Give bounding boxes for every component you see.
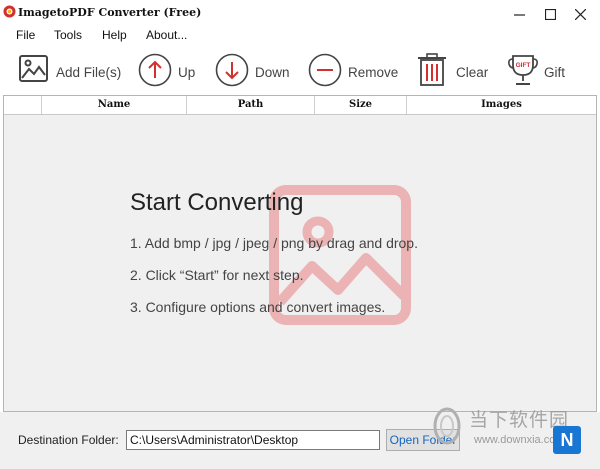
menu-bar: File Tools Help About... — [0, 27, 600, 45]
add-files-button[interactable]: Add File(s) — [18, 48, 122, 92]
window-title: ImagetoPDF Converter (Free) — [18, 6, 202, 19]
watermark-badge: N — [553, 426, 581, 454]
file-list-header: Name Path Size Images — [4, 96, 596, 115]
menu-tools[interactable]: Tools — [54, 28, 82, 42]
maximize-button[interactable] — [536, 3, 566, 25]
watermark-logo-icon — [433, 407, 461, 445]
menu-help[interactable]: Help — [102, 28, 127, 42]
close-icon — [575, 9, 586, 20]
column-select — [4, 96, 42, 114]
menu-about[interactable]: About... — [146, 28, 187, 42]
empty-state-title: Start Converting — [130, 189, 304, 216]
remove-button[interactable]: Remove — [308, 48, 400, 92]
down-label: Down — [255, 65, 290, 80]
step-1: 1. Add bmp / jpg / jpeg / png by drag an… — [130, 235, 418, 251]
arrow-down-icon — [215, 53, 249, 87]
add-files-label: Add File(s) — [56, 65, 122, 80]
destination-folder-input[interactable] — [126, 430, 380, 450]
column-path[interactable]: Path — [187, 96, 315, 114]
gift-badge: GIFT — [516, 62, 531, 69]
app-icon — [3, 5, 16, 18]
gift-button[interactable]: GIFT Gift — [508, 48, 578, 92]
clear-button[interactable]: Clear — [416, 48, 490, 92]
column-name[interactable]: Name — [42, 96, 187, 114]
column-images[interactable]: Images — [407, 96, 596, 114]
add-image-icon — [19, 55, 48, 82]
arrow-up-icon — [138, 53, 172, 87]
gift-label: Gift — [544, 65, 566, 80]
watermark-url: www.downxia.com — [474, 434, 565, 446]
destination-folder-label: Destination Folder: — [18, 433, 119, 447]
up-label: Up — [178, 65, 196, 80]
clear-label: Clear — [456, 65, 489, 80]
column-size[interactable]: Size — [315, 96, 407, 114]
toolbar: Add File(s) Up Down Remove Clear GIFT Gi… — [0, 45, 600, 95]
step-2: 2. Click “Start” for next step. — [130, 267, 304, 283]
remove-label: Remove — [348, 65, 399, 80]
close-button[interactable] — [566, 3, 596, 25]
remove-icon — [308, 53, 342, 87]
minimize-button[interactable] — [505, 3, 535, 25]
maximize-icon — [545, 9, 556, 20]
down-button[interactable]: Down — [215, 48, 295, 92]
title-bar: ImagetoPDF Converter (Free) — [0, 0, 600, 27]
trash-icon — [418, 53, 446, 86]
gift-trophy-icon: GIFT — [508, 55, 538, 85]
minimize-icon — [514, 14, 525, 16]
menu-file[interactable]: File — [16, 28, 35, 42]
step-3: 3. Configure options and convert images. — [130, 299, 386, 315]
up-button[interactable]: Up — [138, 48, 200, 92]
file-list[interactable]: Name Path Size Images Start Converting 1… — [3, 95, 597, 412]
